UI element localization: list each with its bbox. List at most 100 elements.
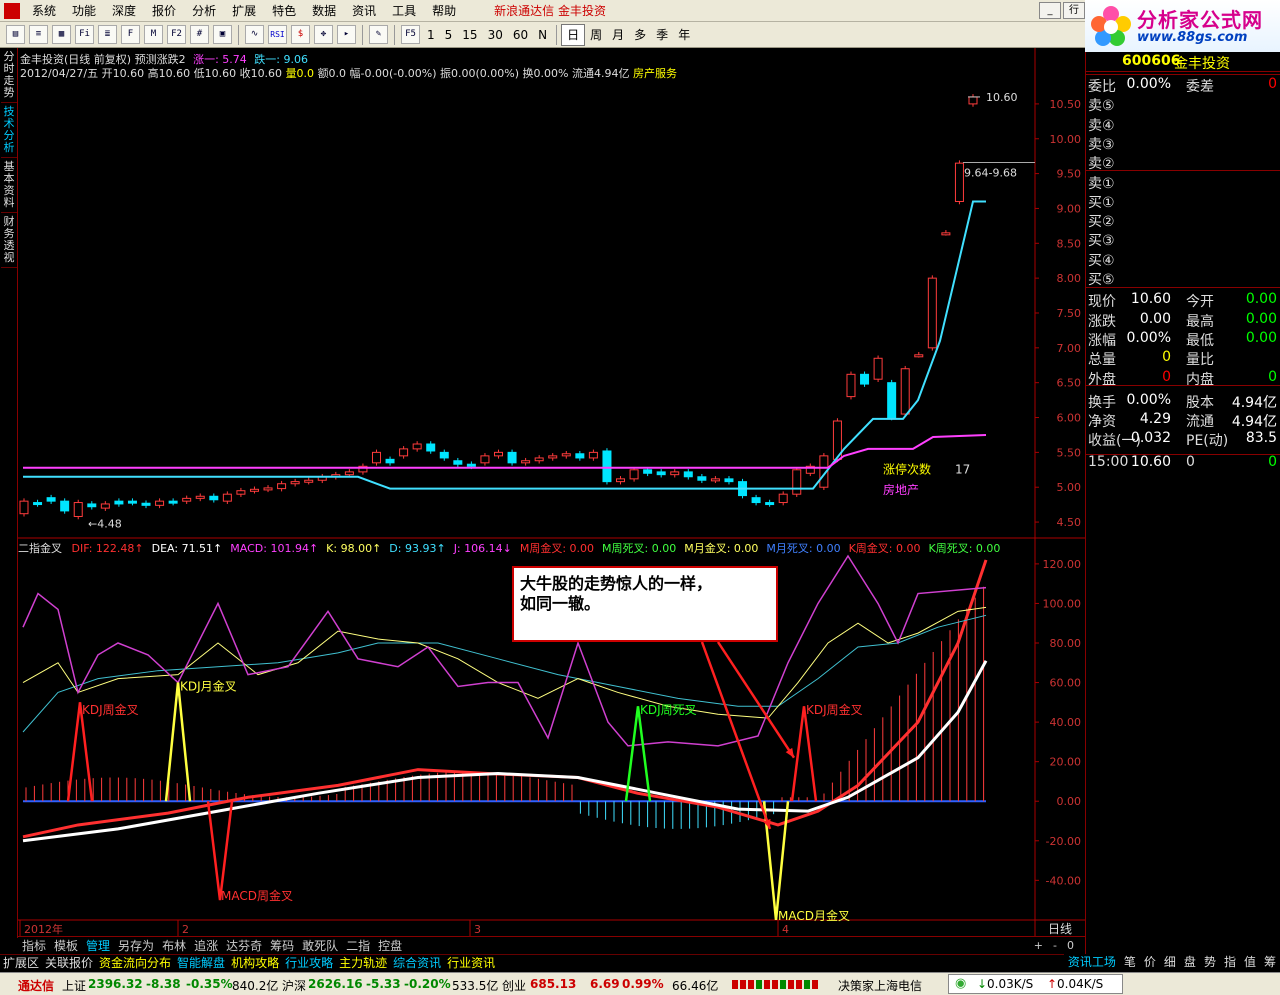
period-month[interactable]: 月	[607, 25, 629, 45]
period-30min[interactable]: 30	[483, 25, 508, 45]
quote-row: 收益(一) 0.032 PE(动) 83.5	[1086, 430, 1280, 449]
indicator-value-0: DIF: 122.48↑	[71, 542, 144, 555]
quote-row: 买③	[1086, 230, 1280, 249]
tab-technical[interactable]: 技术分析	[1, 103, 17, 158]
right-tab[interactable]: 值	[1240, 954, 1260, 971]
zoom-in-button[interactable]: +	[1034, 939, 1043, 952]
price-tick-label: 10.00	[1050, 133, 1082, 146]
broker-name: 决策家上海电信	[838, 979, 923, 993]
chart-icon[interactable]: ▤	[6, 25, 25, 44]
kdj-month-gold-label: KDJ月金叉	[180, 678, 237, 693]
f2-icon[interactable]: F2	[167, 25, 186, 44]
quote-divider	[1086, 170, 1280, 171]
zoom-reset-button[interactable]: 0	[1067, 939, 1074, 952]
indicator-tab[interactable]: 敢死队	[298, 937, 342, 954]
row-button[interactable]: 行	[1063, 2, 1085, 19]
callout-line-1: 大牛股的走势惊人的一样，	[520, 574, 713, 593]
period-day[interactable]: 日	[561, 23, 586, 46]
app-icon[interactable]	[4, 2, 20, 19]
right-tab[interactable]: 盘	[1180, 954, 1200, 971]
period-week[interactable]: 周	[585, 25, 607, 45]
extension-tab[interactable]: 主力轨迹	[336, 955, 390, 972]
indicator-tab[interactable]: 达芬奇	[222, 937, 266, 954]
indicator-tab[interactable]: 布林	[158, 937, 190, 954]
right-tab[interactable]: 资讯工场	[1064, 954, 1120, 971]
right-tab[interactable]: 势	[1200, 954, 1220, 971]
candle-body	[426, 443, 436, 452]
menu-item-data[interactable]: 数据	[304, 0, 344, 22]
right-tab[interactable]: 笔	[1120, 954, 1140, 971]
indicator-tab[interactable]: 模板	[50, 937, 82, 954]
indicator-value-7: M周死叉: 0.00	[602, 542, 677, 555]
extension-tab[interactable]: 智能解盘	[174, 955, 228, 972]
menu-item-quote[interactable]: 报价	[144, 0, 184, 22]
period-1min[interactable]: 1	[422, 25, 440, 45]
period-quarter[interactable]: 季	[651, 25, 673, 45]
sh-amount: 840.2亿	[232, 979, 279, 993]
list-icon[interactable]: ≡	[29, 25, 48, 44]
menu-item-analysis[interactable]: 分析	[184, 0, 224, 22]
calc-icon[interactable]: #	[190, 25, 209, 44]
quote-row: 买②	[1086, 211, 1280, 230]
period-60min[interactable]: 60	[508, 25, 533, 45]
extension-tab[interactable]: 关联报价	[42, 955, 96, 972]
extension-tab[interactable]: 综合资讯	[390, 955, 444, 972]
rsi-icon[interactable]: RSI	[268, 25, 287, 44]
price-tick-label: 7.00	[1057, 342, 1082, 355]
menu-item-function[interactable]: 功能	[64, 0, 104, 22]
move-icon[interactable]: ✥	[314, 25, 333, 44]
right-tab[interactable]: 细	[1160, 954, 1180, 971]
indicator-tab[interactable]: 指标	[18, 937, 50, 954]
f5-button[interactable]: F5	[401, 25, 420, 44]
kline-chart-svg[interactable]: 10.50 10.00 9.50 9.00 8.50 8.00 7.50 7.00 6.50 6.…	[18, 48, 1085, 936]
period-multi[interactable]: 多	[629, 25, 651, 45]
menu-item-special[interactable]: 特色	[264, 0, 304, 22]
grid-icon[interactable]: ▦	[52, 25, 71, 44]
cash-icon[interactable]: $	[291, 25, 310, 44]
period-year[interactable]: 年	[673, 25, 695, 45]
indicator-tab[interactable]: 筹码	[266, 937, 298, 954]
menu-item-tools[interactable]: 工具	[384, 0, 424, 22]
select-icon[interactable]: ▸	[337, 25, 356, 44]
tab-fundamentals[interactable]: 基本资料	[1, 158, 17, 213]
price-tick-label: 9.00	[1057, 202, 1082, 215]
menu-item-extend[interactable]: 扩展	[224, 0, 264, 22]
chart-area[interactable]: 10.50 10.00 9.50 9.00 8.50 8.00 7.50 7.00 6.50 6.…	[18, 48, 1085, 936]
right-tab[interactable]: 价	[1140, 954, 1160, 971]
quote-value: 0.00	[1139, 310, 1171, 327]
extension-tab[interactable]: 资金流向分布	[96, 955, 174, 972]
minimize-button[interactable]: _	[1039, 2, 1061, 19]
zoom-out-button[interactable]: -	[1053, 939, 1057, 952]
fin-icon[interactable]: Fi	[75, 25, 94, 44]
site-logo: 分析家公式网 www.88gs.com	[1085, 0, 1280, 52]
indicator-icon[interactable]: ≣	[98, 25, 117, 44]
extension-tab[interactable]: 扩展区	[0, 955, 42, 972]
extension-tab[interactable]: 行业资讯	[444, 955, 498, 972]
mfl-icon[interactable]: M	[144, 25, 163, 44]
period-15min[interactable]: 15	[457, 25, 482, 45]
period-n[interactable]: N	[533, 25, 552, 45]
indicator-tab[interactable]: 追涨	[190, 937, 222, 954]
status-bar: 通达信 上证 2396.32 -8.38 -0.35% 840.2亿 沪深 26…	[0, 972, 1280, 995]
indicator-tab[interactable]: 二指	[342, 937, 374, 954]
period-5min[interactable]: 5	[440, 25, 458, 45]
menu-item-system[interactable]: 系统	[24, 0, 64, 22]
indicator-tab[interactable]: 管理	[82, 937, 114, 954]
right-tab[interactable]: 筹	[1260, 954, 1280, 971]
trend-icon[interactable]: ∿	[245, 25, 264, 44]
quote-label: 卖⑤	[1088, 98, 1115, 115]
indicator-tab[interactable]: 另存为	[114, 937, 158, 954]
candle-body	[19, 500, 29, 515]
pen-icon[interactable]: ✎	[369, 25, 388, 44]
menu-item-depth[interactable]: 深度	[104, 0, 144, 22]
menu-item-news[interactable]: 资讯	[344, 0, 384, 22]
extension-tab[interactable]: 行业攻略	[282, 955, 336, 972]
extension-tab[interactable]: 机构攻略	[228, 955, 282, 972]
indicator-tab[interactable]: 控盘	[374, 937, 406, 954]
menu-item-help[interactable]: 帮助	[424, 0, 464, 22]
image-icon[interactable]: ▣	[213, 25, 232, 44]
tab-intraday[interactable]: 分时走势	[1, 48, 17, 103]
right-tab[interactable]: 指	[1220, 954, 1240, 971]
f10-icon[interactable]: F	[121, 25, 140, 44]
tab-financials[interactable]: 财务透视	[1, 213, 17, 268]
